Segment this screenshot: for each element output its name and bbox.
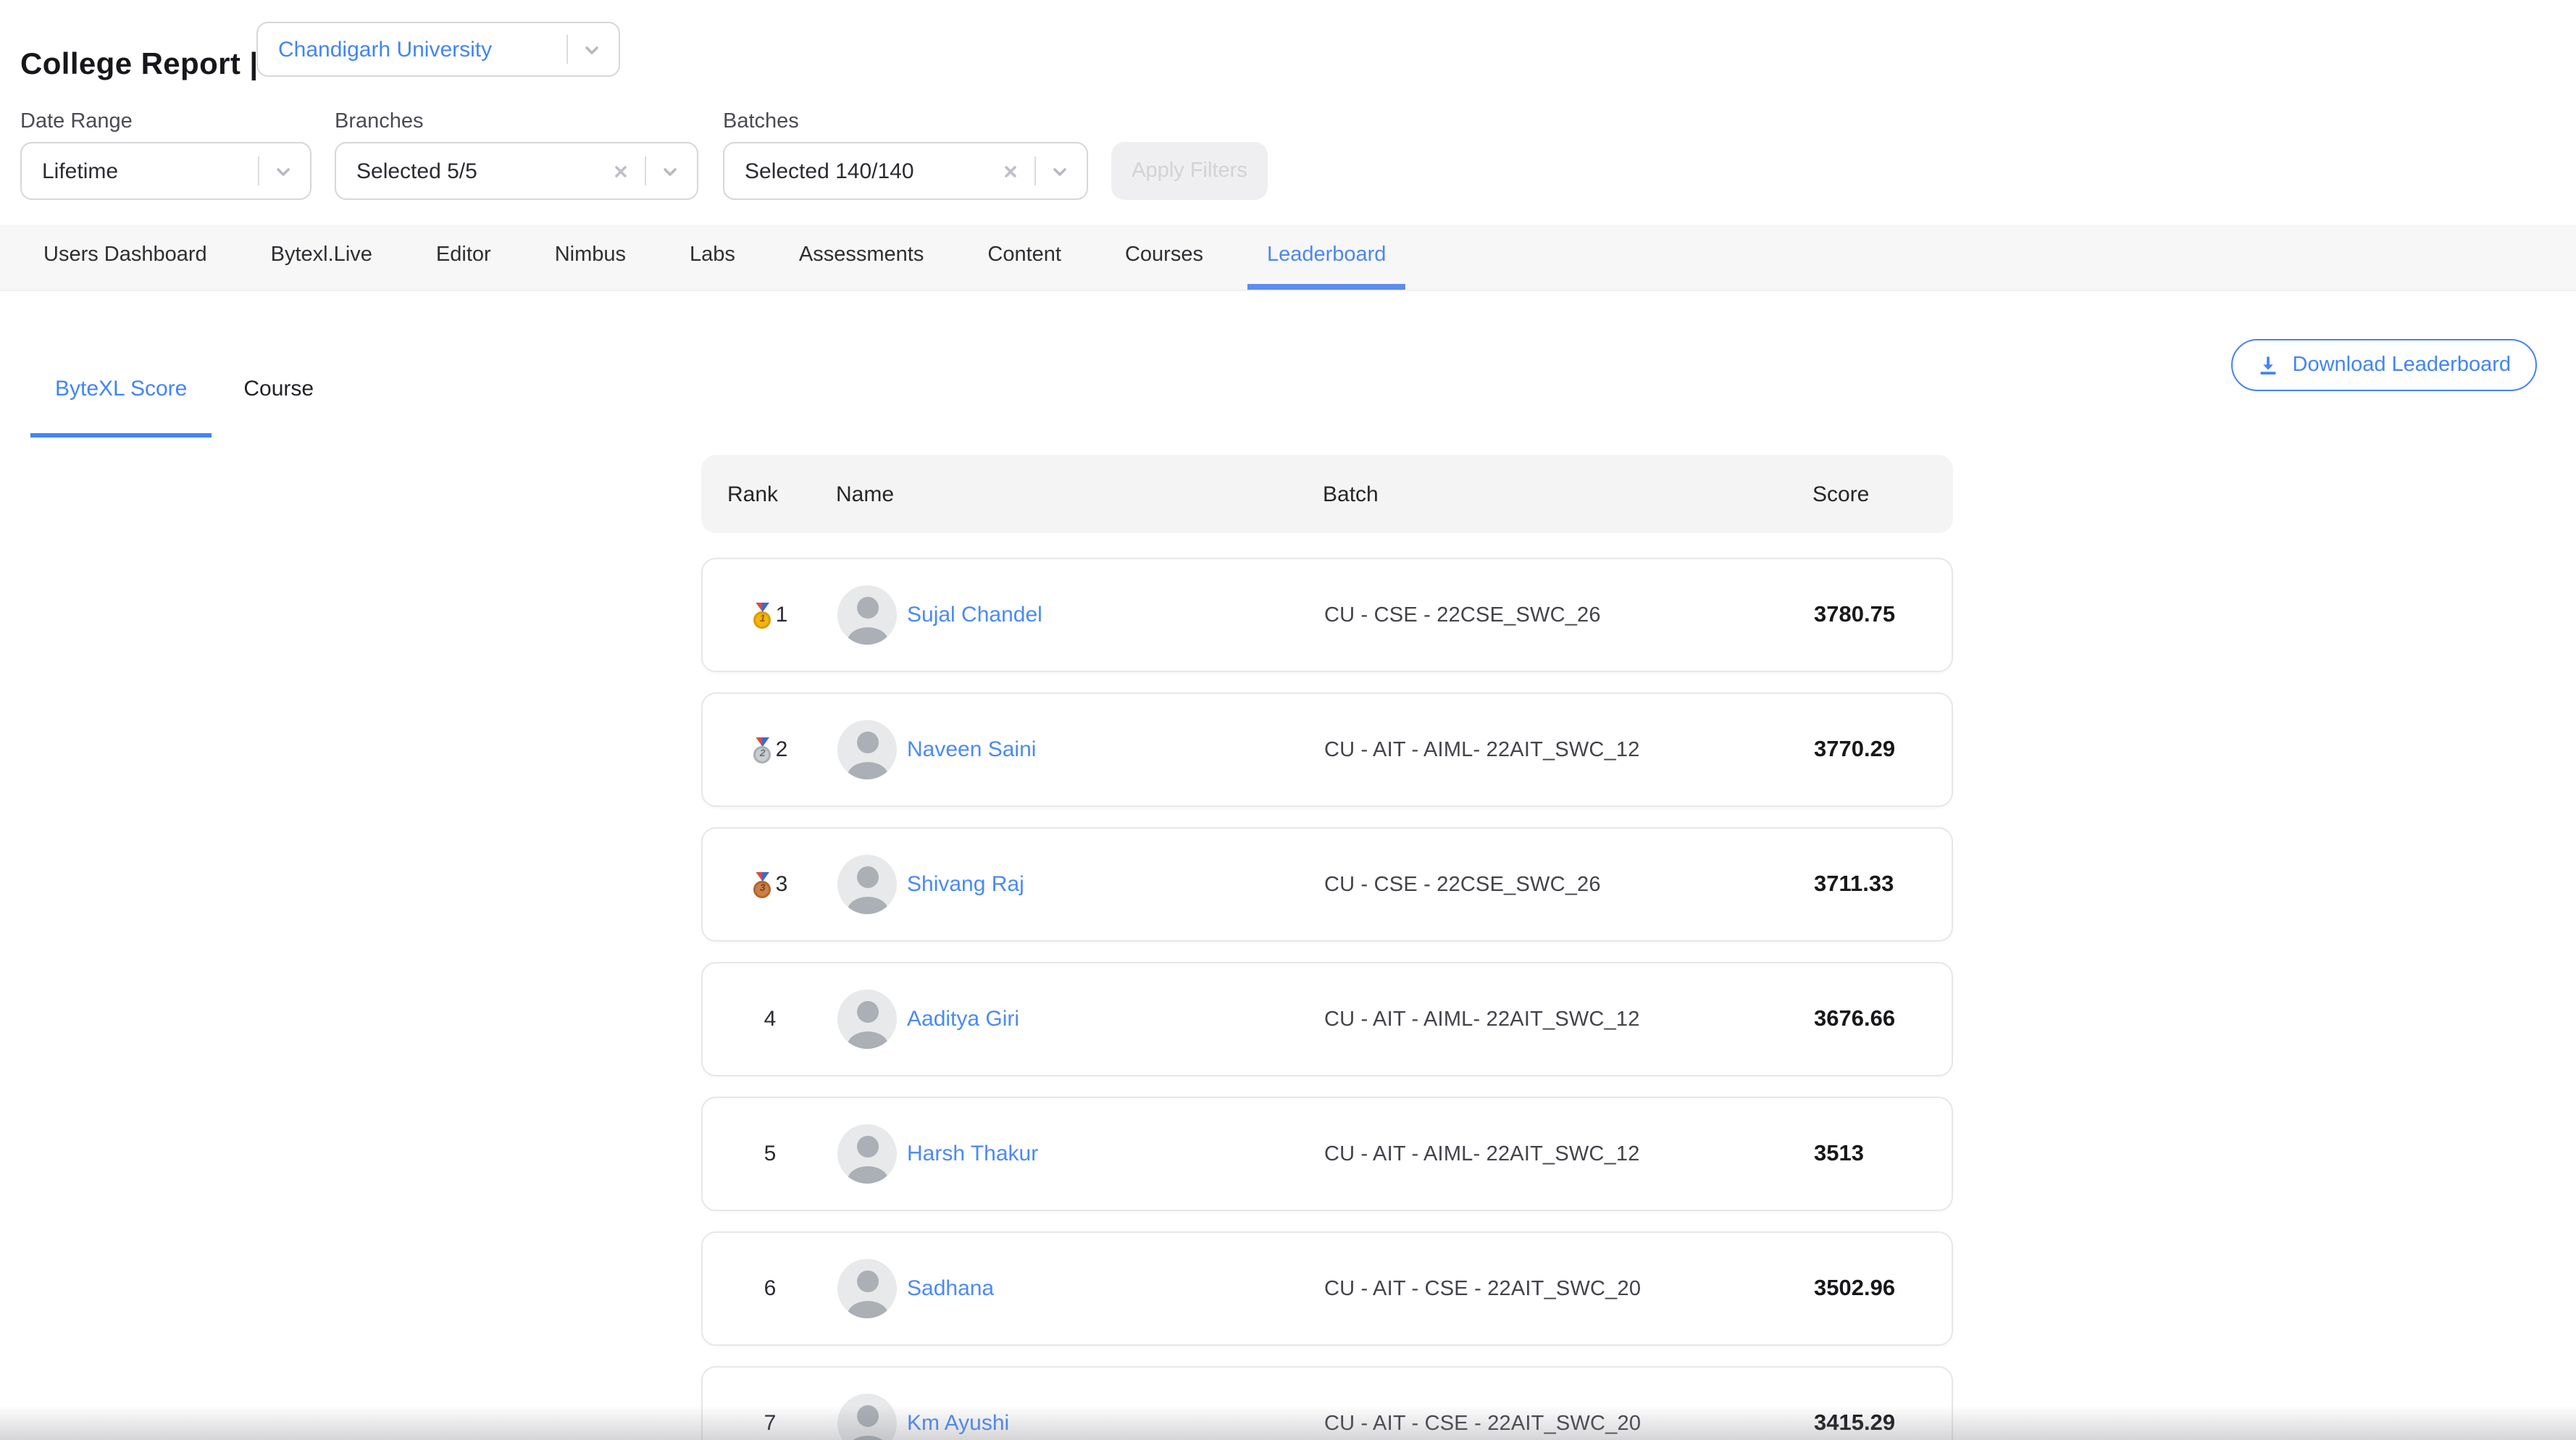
score-value: 3780.75 [1814,602,1952,628]
batches-select[interactable]: Selected 140/140 [723,142,1088,200]
rank-value: 1 [776,603,788,627]
batch-value: CU - CSE - 22CSE_SWC_26 [1324,603,1814,627]
column-header-score: Score [1812,482,1953,506]
column-header-name: Name [836,482,1323,506]
table-row[interactable]: 2 2 Naveen Saini CU - AIT - AIML- 22AIT_… [701,692,1953,807]
avatar [837,989,897,1049]
avatar [837,585,897,645]
batch-value: CU - AIT - AIML- 22AIT_SWC_12 [1324,1008,1814,1031]
chevron-down-icon [274,162,293,180]
university-select[interactable]: Chandigarh University [256,22,620,77]
avatar [837,1259,897,1318]
nav-tabs: Users Dashboard Bytexl.Live Editor Nimbus La… [0,225,2576,291]
tab-content[interactable]: Content [969,225,1080,290]
student-name-link[interactable]: Sujal Chandel [907,603,1042,627]
table-row[interactable]: 7 Km Ayushi CU - AIT - CSE - 22AIT_SWC_2… [701,1366,1953,1440]
batches-select-value: Selected 140/140 [745,159,1001,183]
score-value: 3711.33 [1814,871,1952,897]
bronze-medal-icon: 3 [753,871,773,897]
avatar [837,1124,897,1184]
batch-value: CU - AIT - CSE - 22AIT_SWC_20 [1324,1277,1814,1300]
select-divider [258,156,259,185]
leaderboard-table: Rank Name Batch Score 1 1 Sujal Chandel … [701,455,1953,1440]
date-range-select-value: Lifetime [42,159,243,183]
table-row[interactable]: 6 Sadhana CU - AIT - CSE - 22AIT_SWC_20 … [701,1231,1953,1346]
table-header-row: Rank Name Batch Score [701,455,1953,533]
student-name-link[interactable]: Shivang Raj [907,872,1024,897]
score-value: 3770.29 [1814,737,1952,763]
table-row[interactable]: 3 3 Shivang Raj CU - CSE - 22CSE_SWC_26 … [701,827,1953,942]
tab-assessments[interactable]: Assessments [780,225,942,290]
subtab-bytexl-score[interactable]: ByteXL Score [30,355,212,438]
batch-value: CU - CSE - 22CSE_SWC_26 [1324,873,1814,896]
branches-select[interactable]: Selected 5/5 [335,142,698,200]
column-header-batch: Batch [1323,482,1812,506]
batches-label: Batches [723,110,799,133]
download-leaderboard-label: Download Leaderboard [2293,353,2512,377]
rank-value: 5 [764,1142,777,1166]
gold-medal-icon: 1 [753,602,773,628]
table-row[interactable]: 1 1 Sujal Chandel CU - CSE - 22CSE_SWC_2… [701,558,1953,672]
select-divider [645,156,646,185]
table-row[interactable]: 4 Aaditya Giri CU - AIT - AIML- 22AIT_SW… [701,962,1953,1076]
select-divider [566,35,568,64]
branches-select-value: Selected 5/5 [356,159,611,183]
page: College Report | Chandigarh University D… [0,0,2576,1440]
x-mark-icon[interactable] [1001,162,1020,180]
chevron-down-icon [1050,162,1069,180]
university-select-value: Chandigarh University [278,37,552,62]
tab-leaderboard[interactable]: Leaderboard [1248,225,1405,290]
apply-filters-button[interactable]: Apply Filters [1111,142,1268,200]
chevron-down-icon [661,162,679,180]
avatar [837,855,897,914]
tab-courses[interactable]: Courses [1106,225,1222,290]
score-value: 3415.29 [1814,1410,1952,1436]
column-header-rank: Rank [701,482,836,506]
rank-value: 7 [764,1411,777,1436]
date-range-label: Date Range [20,110,133,133]
student-name-link[interactable]: Aaditya Giri [907,1007,1019,1031]
student-name-link[interactable]: Km Ayushi [907,1411,1009,1436]
batch-value: CU - AIT - AIML- 22AIT_SWC_12 [1324,738,1814,761]
score-value: 3513 [1814,1141,1952,1167]
x-mark-icon[interactable] [611,162,630,180]
score-value: 3676.66 [1814,1006,1952,1032]
tab-labs[interactable]: Labs [671,225,754,290]
score-value: 3502.96 [1814,1276,1952,1302]
download-leaderboard-button[interactable]: Download Leaderboard [2232,339,2538,391]
tab-users-dashboard[interactable]: Users Dashboard [25,225,226,290]
page-title: College Report | [20,48,259,83]
select-divider [1034,156,1036,185]
student-name-link[interactable]: Naveen Saini [907,737,1036,762]
rank-value: 2 [776,737,788,762]
rank-value: 3 [776,872,788,897]
rank-value: 4 [764,1007,777,1031]
batch-value: CU - AIT - CSE - 22AIT_SWC_20 [1324,1412,1814,1435]
subtab-course[interactable]: Course [219,355,338,438]
download-icon [2258,354,2280,376]
sub-tabs: ByteXL ScoreCourse [30,355,338,438]
tab-bytexl-live[interactable]: Bytexl.Live [252,225,391,290]
date-range-select[interactable]: Lifetime [20,142,311,200]
batch-value: CU - AIT - AIML- 22AIT_SWC_12 [1324,1142,1814,1165]
avatar [837,720,897,779]
table-row[interactable]: 5 Harsh Thakur CU - AIT - AIML- 22AIT_SW… [701,1097,1953,1211]
student-name-link[interactable]: Sadhana [907,1276,994,1301]
avatar [837,1394,897,1440]
table-body: 1 1 Sujal Chandel CU - CSE - 22CSE_SWC_2… [701,558,1953,1440]
silver-medal-icon: 2 [753,737,773,763]
chevron-down-icon [582,40,601,59]
tab-editor[interactable]: Editor [417,225,510,290]
rank-value: 6 [764,1276,777,1301]
student-name-link[interactable]: Harsh Thakur [907,1142,1038,1166]
branches-label: Branches [335,110,424,133]
tab-nimbus[interactable]: Nimbus [536,225,645,290]
